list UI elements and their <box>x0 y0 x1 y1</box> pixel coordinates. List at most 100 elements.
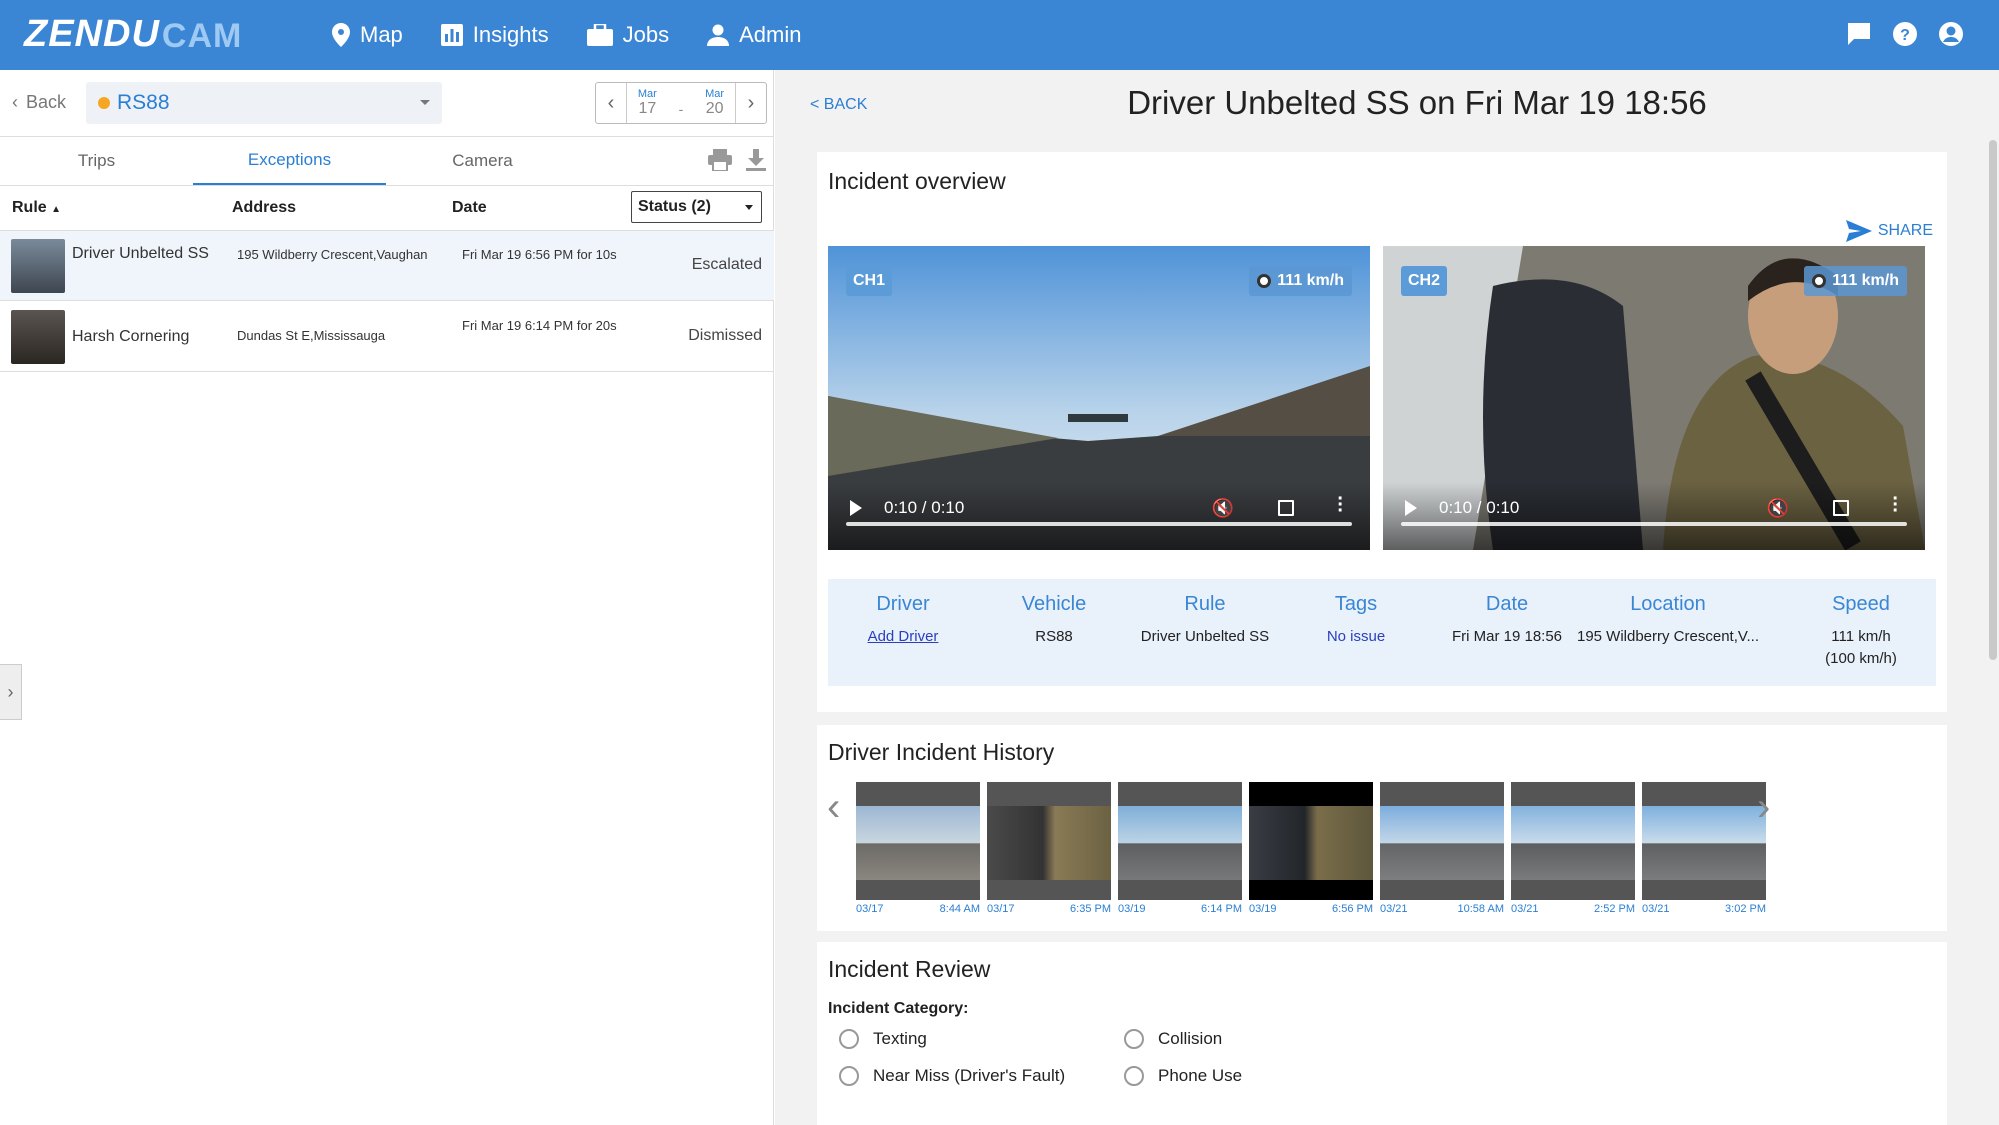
play-icon[interactable] <box>850 500 862 516</box>
row-status: Escalated <box>691 256 762 273</box>
video-player-ch2[interactable]: CH2 111 km/h 0:10 / 0:10 🔇 · · · <box>1383 246 1925 550</box>
download-icon[interactable] <box>746 149 766 176</box>
tab-bar: Trips Exceptions Camera <box>0 136 774 186</box>
row-address: 195 Wildberry Crescent,Vaughan <box>237 247 428 262</box>
history-prev-arrow[interactable]: ‹ <box>827 787 840 827</box>
vehicle-name: RS88 <box>117 91 170 114</box>
date-range-display[interactable]: Mar 17 - Mar 20 <box>626 83 736 123</box>
fullscreen-icon[interactable] <box>1278 500 1294 516</box>
incident-review-card: Incident Review Incident Category: Texti… <box>817 942 1947 1125</box>
zenducam-logo[interactable]: ZENDU CAM <box>24 14 242 54</box>
category-option-texting[interactable]: Texting <box>839 1029 927 1049</box>
nav-insights-label: Insights <box>472 22 549 47</box>
video-progress-bar[interactable] <box>846 522 1352 526</box>
right-panel: < BACK Driver Unbelted SS on Fri Mar 19 … <box>775 70 1999 1125</box>
category-option-near-miss[interactable]: Near Miss (Driver's Fault) <box>839 1066 1065 1086</box>
info-date: Date Fri Mar 19 18:56 <box>1432 593 1582 648</box>
history-thumbnail[interactable]: 03/21 2:52 PM <box>1511 782 1635 915</box>
radio-button[interactable] <box>839 1066 859 1086</box>
account-icon[interactable] <box>1939 22 1963 51</box>
more-options-icon[interactable]: · · · <box>1337 489 1344 521</box>
history-thumbnail[interactable]: 03/17 6:35 PM <box>987 782 1111 915</box>
mute-icon[interactable]: 🔇 <box>1212 498 1234 519</box>
help-icon[interactable]: ? <box>1893 22 1917 51</box>
video-time: 0:10 / 0:10 <box>884 498 965 517</box>
option-label: Texting <box>873 1029 927 1048</box>
history-time: 6:56 PM <box>1332 903 1373 915</box>
column-address: Address <box>232 199 297 216</box>
history-date: 03/21 <box>1380 903 1408 915</box>
speed-value: 111 km/h <box>1832 272 1899 289</box>
video-player-ch1[interactable]: CH1 111 km/h 0:10 / 0:10 🔇 · · · <box>828 246 1370 550</box>
tab-camera[interactable]: Camera <box>386 137 579 185</box>
radio-button[interactable] <box>839 1029 859 1049</box>
nav-jobs[interactable]: Jobs <box>586 22 669 48</box>
exceptions-table-header: Rule ▲ Address Date Status (2) <box>0 187 774 231</box>
scrollbar-thumb[interactable] <box>1989 140 1997 660</box>
option-label: Phone Use <box>1158 1066 1243 1085</box>
history-thumbnail[interactable]: 03/19 6:56 PM <box>1249 782 1373 915</box>
nav-insights[interactable]: Insights <box>440 22 549 48</box>
add-driver-link[interactable]: Add Driver <box>828 626 978 648</box>
history-date: 03/17 <box>987 903 1015 915</box>
main-nav: Map Insights Jobs Admin <box>332 0 839 70</box>
history-next-arrow[interactable]: › <box>1757 787 1770 827</box>
history-thumbnail[interactable]: 03/21 3:02 PM <box>1642 782 1766 915</box>
fullscreen-icon[interactable] <box>1833 500 1849 516</box>
table-row[interactable]: Harsh Cornering Dundas St E,Mississauga … <box>0 302 774 372</box>
share-label: SHARE <box>1877 222 1933 239</box>
row-date: Fri Mar 19 6:14 PM for 20s <box>462 318 617 333</box>
share-button[interactable]: SHARE <box>1845 220 1933 242</box>
play-icon[interactable] <box>1405 500 1417 516</box>
history-time: 10:58 AM <box>1457 903 1504 915</box>
info-location: Location 195 Wildberry Crescent,V... <box>1573 593 1763 648</box>
status-filter-select[interactable]: Status (2) <box>631 191 762 223</box>
caret-down-icon <box>420 100 430 105</box>
mute-icon[interactable]: 🔇 <box>1767 498 1789 519</box>
radio-button[interactable] <box>1124 1029 1144 1049</box>
vehicle-select[interactable]: RS88 <box>86 82 442 124</box>
history-thumbnail[interactable]: 03/17 8:44 AM <box>856 782 980 915</box>
history-time: 6:35 PM <box>1070 903 1111 915</box>
column-rule[interactable]: Rule ▲ <box>12 199 61 217</box>
history-heading: Driver Incident History <box>828 739 1055 765</box>
info-rule: Rule Driver Unbelted SS <box>1130 593 1280 648</box>
info-tags-value[interactable]: No issue <box>1281 626 1431 648</box>
more-options-icon[interactable]: · · · <box>1892 489 1899 521</box>
print-icon[interactable] <box>708 149 732 176</box>
history-time: 3:02 PM <box>1725 903 1766 915</box>
tab-exceptions[interactable]: Exceptions <box>193 137 386 185</box>
history-thumbnail[interactable]: 03/21 10:58 AM <box>1380 782 1504 915</box>
nav-admin[interactable]: Admin <box>707 22 801 48</box>
chat-icon[interactable] <box>1847 22 1871 51</box>
speed-actual: 111 km/h <box>1831 628 1891 645</box>
back-link[interactable]: ‹ Back <box>12 92 66 113</box>
speed-value: 111 km/h <box>1277 272 1344 289</box>
nav-map[interactable]: Map <box>332 22 403 48</box>
nav-admin-label: Admin <box>739 22 802 47</box>
column-rule-label: Rule <box>12 199 47 216</box>
table-row[interactable]: Driver Unbelted SS 195 Wildberry Crescen… <box>0 231 774 301</box>
date-next-button[interactable]: › <box>736 83 766 123</box>
info-vehicle: Vehicle RS88 <box>979 593 1129 648</box>
speed-badge: 111 km/h <box>1249 266 1352 296</box>
history-time: 8:44 AM <box>939 903 980 915</box>
nav-map-label: Map <box>360 22 403 47</box>
video-progress-bar[interactable] <box>1401 522 1907 526</box>
exception-thumbnail <box>11 310 65 364</box>
category-option-phone-use[interactable]: Phone Use <box>1124 1066 1242 1086</box>
tab-trips[interactable]: Trips <box>0 137 193 185</box>
option-label: Collision <box>1158 1029 1223 1048</box>
info-vehicle-label: Vehicle <box>1021 593 1087 615</box>
row-status: Dismissed <box>688 327 762 344</box>
row-address: Dundas St E,Mississauga <box>237 328 386 343</box>
video-controls: 0:10 / 0:10 🔇 · · · <box>1383 482 1925 550</box>
channel-badge: CH1 <box>846 266 893 296</box>
category-option-collision[interactable]: Collision <box>1124 1029 1222 1049</box>
panel-collapse-toggle[interactable]: › <box>0 664 22 720</box>
info-vehicle-value: RS88 <box>1035 628 1073 645</box>
history-thumbnail[interactable]: 03/19 6:14 PM <box>1118 782 1242 915</box>
date-prev-button[interactable]: ‹ <box>596 83 626 123</box>
radio-button[interactable] <box>1124 1066 1144 1086</box>
tab-actions <box>694 149 766 176</box>
